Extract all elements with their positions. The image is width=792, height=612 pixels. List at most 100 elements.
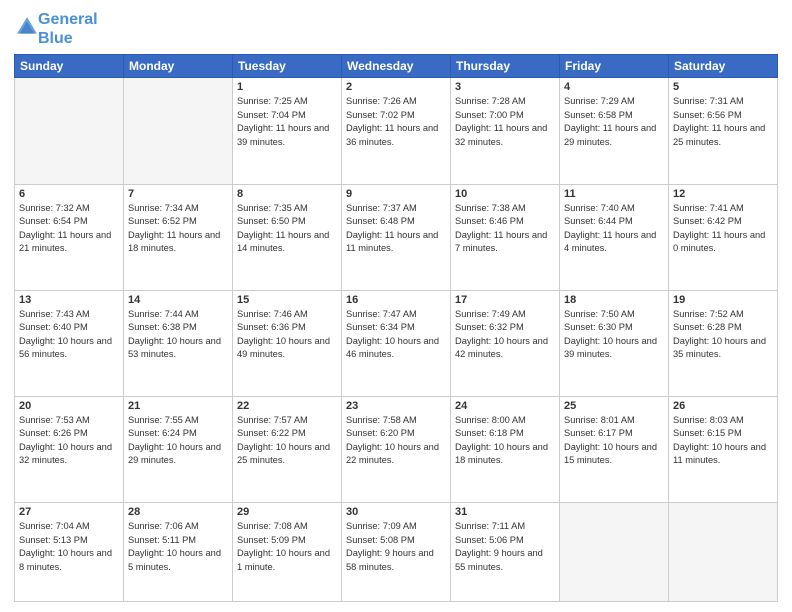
day-cell: 14Sunrise: 7:44 AMSunset: 6:38 PMDayligh… <box>124 290 233 396</box>
day-info: Sunrise: 7:44 AMSunset: 6:38 PMDaylight:… <box>128 308 228 362</box>
header: GeneralBlue <box>14 10 778 48</box>
day-number: 9 <box>346 188 446 200</box>
day-info: Sunrise: 7:49 AMSunset: 6:32 PMDaylight:… <box>455 308 555 362</box>
day-number: 22 <box>237 400 337 412</box>
day-info: Sunrise: 7:57 AMSunset: 6:22 PMDaylight:… <box>237 414 337 468</box>
day-info: Sunrise: 7:32 AMSunset: 6:54 PMDaylight:… <box>19 202 119 256</box>
week-row-4: 20 Sunrise: 7:53 AMSunset: 6:26 PMDayligh… <box>15 396 778 502</box>
day-info: Sunrise: 7:55 AMSunset: 6:24 PMDaylight:… <box>128 414 228 468</box>
day-number: 4 <box>564 81 664 93</box>
page: GeneralBlue SundayMondayTuesdayWednesday… <box>0 0 792 612</box>
day-info: Sunrise: 7:50 AMSunset: 6:30 PMDaylight:… <box>564 308 664 362</box>
day-cell: 23 Sunrise: 7:58 AMSunset: 6:20 PMDayligh… <box>342 396 451 502</box>
day-cell: 5 Sunrise: 7:31 AMSunset: 6:56 PMDaylight… <box>669 78 778 184</box>
day-cell: 19 Sunrise: 7:52 AMSunset: 6:28 PMDayligh… <box>669 290 778 396</box>
day-cell: 25Sunrise: 8:01 AMSunset: 6:17 PMDayligh… <box>560 396 669 502</box>
weekday-header-thursday: Thursday <box>451 55 560 78</box>
logo-text: GeneralBlue <box>38 10 98 48</box>
day-cell: 8 Sunrise: 7:35 AMSunset: 6:50 PMDaylight… <box>233 184 342 290</box>
day-cell: 9 Sunrise: 7:37 AMSunset: 6:48 PMDaylight… <box>342 184 451 290</box>
day-number: 24 <box>455 400 555 412</box>
day-number: 8 <box>237 188 337 200</box>
day-cell: 15Sunrise: 7:46 AMSunset: 6:36 PMDayligh… <box>233 290 342 396</box>
day-info: Sunrise: 7:52 AMSunset: 6:28 PMDaylight:… <box>673 308 773 362</box>
day-number: 20 <box>19 400 119 412</box>
day-number: 13 <box>19 294 119 306</box>
day-info: Sunrise: 7:29 AMSunset: 6:58 PMDaylight:… <box>564 95 664 149</box>
logo-icon <box>16 16 38 38</box>
day-info: Sunrise: 8:00 AMSunset: 6:18 PMDaylight:… <box>455 414 555 468</box>
day-number: 3 <box>455 81 555 93</box>
day-cell: 1Sunrise: 7:25 AMSunset: 7:04 PMDaylight… <box>233 78 342 184</box>
day-cell: 28Sunrise: 7:06 AMSunset: 5:11 PMDayligh… <box>124 503 233 602</box>
day-number: 31 <box>455 506 555 518</box>
day-number: 28 <box>128 506 228 518</box>
day-cell <box>560 503 669 602</box>
day-cell: 20 Sunrise: 7:53 AMSunset: 6:26 PMDayligh… <box>15 396 124 502</box>
day-number: 23 <box>346 400 446 412</box>
weekday-header-friday: Friday <box>560 55 669 78</box>
day-cell: 18Sunrise: 7:50 AMSunset: 6:30 PMDayligh… <box>560 290 669 396</box>
day-cell: 29Sunrise: 7:08 AMSunset: 5:09 PMDayligh… <box>233 503 342 602</box>
day-info: Sunrise: 7:04 AMSunset: 5:13 PMDaylight:… <box>19 520 119 574</box>
day-number: 2 <box>346 81 446 93</box>
day-cell: 16Sunrise: 7:47 AMSunset: 6:34 PMDayligh… <box>342 290 451 396</box>
day-cell: 31 Sunrise: 7:11 AMSunset: 5:06 PMDayligh… <box>451 503 560 602</box>
day-info: Sunrise: 7:09 AMSunset: 5:08 PMDaylight:… <box>346 520 446 574</box>
day-info: Sunrise: 7:38 AMSunset: 6:46 PMDaylight:… <box>455 202 555 256</box>
day-number: 12 <box>673 188 773 200</box>
day-cell: 13 Sunrise: 7:43 AMSunset: 6:40 PMDayligh… <box>15 290 124 396</box>
day-number: 17 <box>455 294 555 306</box>
calendar-table: SundayMondayTuesdayWednesdayThursdayFrid… <box>14 54 778 602</box>
day-info: Sunrise: 7:28 AMSunset: 7:00 PMDaylight:… <box>455 95 555 149</box>
day-cell <box>669 503 778 602</box>
weekday-header-sunday: Sunday <box>15 55 124 78</box>
day-cell: 6 Sunrise: 7:32 AMSunset: 6:54 PMDaylight… <box>15 184 124 290</box>
day-cell: 30 Sunrise: 7:09 AMSunset: 5:08 PMDayligh… <box>342 503 451 602</box>
day-number: 5 <box>673 81 773 93</box>
week-row-2: 6 Sunrise: 7:32 AMSunset: 6:54 PMDaylight… <box>15 184 778 290</box>
day-info: Sunrise: 7:37 AMSunset: 6:48 PMDaylight:… <box>346 202 446 256</box>
day-number: 6 <box>19 188 119 200</box>
day-cell <box>124 78 233 184</box>
day-info: Sunrise: 7:31 AMSunset: 6:56 PMDaylight:… <box>673 95 773 149</box>
day-cell: 26 Sunrise: 8:03 AMSunset: 6:15 PMDayligh… <box>669 396 778 502</box>
day-cell: 2 Sunrise: 7:26 AMSunset: 7:02 PMDaylight… <box>342 78 451 184</box>
day-number: 16 <box>346 294 446 306</box>
day-cell: 4 Sunrise: 7:29 AMSunset: 6:58 PMDaylight… <box>560 78 669 184</box>
day-cell: 10 Sunrise: 7:38 AMSunset: 6:46 PMDayligh… <box>451 184 560 290</box>
week-row-5: 27Sunrise: 7:04 AMSunset: 5:13 PMDayligh… <box>15 503 778 602</box>
logo: GeneralBlue <box>14 10 98 48</box>
day-cell: 24 Sunrise: 8:00 AMSunset: 6:18 PMDayligh… <box>451 396 560 502</box>
day-number: 11 <box>564 188 664 200</box>
day-cell: 17 Sunrise: 7:49 AMSunset: 6:32 PMDayligh… <box>451 290 560 396</box>
day-info: Sunrise: 7:11 AMSunset: 5:06 PMDaylight:… <box>455 520 555 574</box>
week-row-3: 13 Sunrise: 7:43 AMSunset: 6:40 PMDayligh… <box>15 290 778 396</box>
day-number: 7 <box>128 188 228 200</box>
day-number: 1 <box>237 81 337 93</box>
day-info: Sunrise: 7:43 AMSunset: 6:40 PMDaylight:… <box>19 308 119 362</box>
day-cell: 21Sunrise: 7:55 AMSunset: 6:24 PMDayligh… <box>124 396 233 502</box>
day-info: Sunrise: 7:08 AMSunset: 5:09 PMDaylight:… <box>237 520 337 574</box>
day-number: 25 <box>564 400 664 412</box>
day-info: Sunrise: 7:53 AMSunset: 6:26 PMDaylight:… <box>19 414 119 468</box>
day-info: Sunrise: 7:35 AMSunset: 6:50 PMDaylight:… <box>237 202 337 256</box>
day-info: Sunrise: 7:58 AMSunset: 6:20 PMDaylight:… <box>346 414 446 468</box>
day-cell <box>15 78 124 184</box>
day-info: Sunrise: 7:34 AMSunset: 6:52 PMDaylight:… <box>128 202 228 256</box>
day-cell: 3 Sunrise: 7:28 AMSunset: 7:00 PMDaylight… <box>451 78 560 184</box>
day-info: Sunrise: 7:26 AMSunset: 7:02 PMDaylight:… <box>346 95 446 149</box>
day-number: 26 <box>673 400 773 412</box>
day-cell: 11Sunrise: 7:40 AMSunset: 6:44 PMDayligh… <box>560 184 669 290</box>
day-cell: 22 Sunrise: 7:57 AMSunset: 6:22 PMDayligh… <box>233 396 342 502</box>
calendar-body: 1Sunrise: 7:25 AMSunset: 7:04 PMDaylight… <box>15 78 778 602</box>
day-number: 10 <box>455 188 555 200</box>
day-info: Sunrise: 8:03 AMSunset: 6:15 PMDaylight:… <box>673 414 773 468</box>
day-info: Sunrise: 7:41 AMSunset: 6:42 PMDaylight:… <box>673 202 773 256</box>
day-cell: 7 Sunrise: 7:34 AMSunset: 6:52 PMDaylight… <box>124 184 233 290</box>
weekday-header-row: SundayMondayTuesdayWednesdayThursdayFrid… <box>15 55 778 78</box>
day-number: 19 <box>673 294 773 306</box>
day-info: Sunrise: 7:46 AMSunset: 6:36 PMDaylight:… <box>237 308 337 362</box>
day-number: 30 <box>346 506 446 518</box>
week-row-1: 1Sunrise: 7:25 AMSunset: 7:04 PMDaylight… <box>15 78 778 184</box>
